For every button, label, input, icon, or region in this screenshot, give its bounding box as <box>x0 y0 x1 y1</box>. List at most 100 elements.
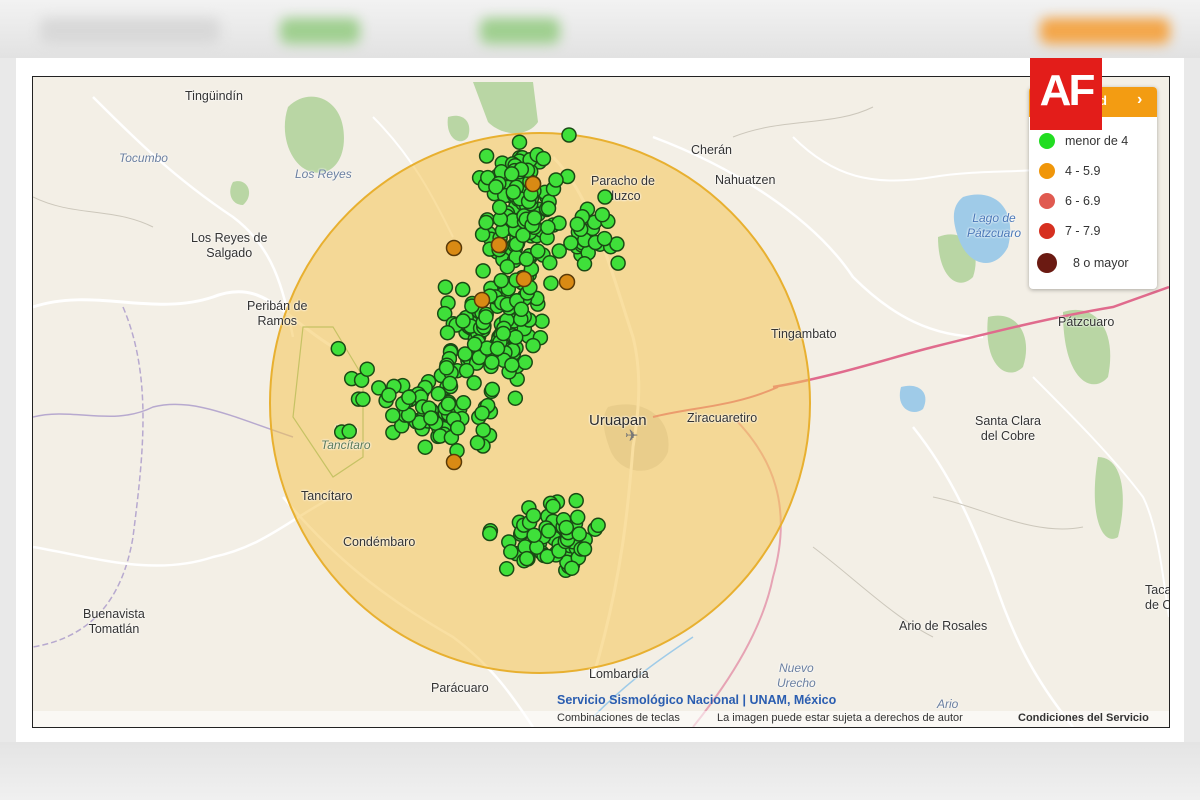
earthquake-marker-minor[interactable] <box>564 560 580 576</box>
legend-dot <box>1039 223 1055 239</box>
legend-dot <box>1037 253 1057 273</box>
earthquake-marker-minor[interactable] <box>475 263 491 279</box>
earthquake-marker-minor[interactable] <box>491 199 508 216</box>
af-logo: AF <box>1030 58 1102 130</box>
earthquake-marker-minor[interactable] <box>534 313 550 329</box>
earthquake-marker-minor[interactable] <box>341 423 357 440</box>
earthquake-marker-minor[interactable] <box>518 251 535 267</box>
earthquake-marker-minor[interactable] <box>576 541 593 557</box>
earthquake-marker-minor[interactable] <box>475 422 491 438</box>
earthquake-marker-moderate[interactable] <box>473 291 491 309</box>
earthquake-marker-minor[interactable] <box>545 498 561 515</box>
earthquake-marker-minor[interactable] <box>495 325 512 342</box>
earthquake-marker-minor[interactable] <box>498 561 515 577</box>
earthquake-marker-minor[interactable] <box>455 395 472 411</box>
earthquake-marker-minor[interactable] <box>571 526 587 542</box>
earthquake-marker-minor[interactable] <box>542 255 558 271</box>
earthquake-marker-minor[interactable] <box>482 525 498 542</box>
earthquake-marker-moderate[interactable] <box>490 236 508 254</box>
earthquake-marker-minor[interactable] <box>385 407 401 424</box>
earthquake-marker-minor[interactable] <box>551 243 567 259</box>
earthquake-marker-minor[interactable] <box>569 509 586 526</box>
copyright-notice: La imagen puede estar sujeta a derechos … <box>717 712 963 724</box>
earthquake-marker-minor[interactable] <box>330 340 347 357</box>
earthquake-marker-minor[interactable] <box>569 216 586 232</box>
earthquake-marker-minor[interactable] <box>466 336 483 353</box>
earthquake-marker-minor[interactable] <box>548 172 564 188</box>
earthquake-marker-minor[interactable] <box>437 279 454 295</box>
earthquake-marker-minor[interactable] <box>423 410 439 426</box>
earthquake-marker-minor[interactable] <box>597 189 613 205</box>
earthquake-marker-minor[interactable] <box>442 375 458 392</box>
earthquake-marker-minor[interactable] <box>561 127 577 143</box>
earthquake-marker-minor[interactable] <box>535 150 552 167</box>
earthquake-marker-minor[interactable] <box>455 313 471 329</box>
earthquake-marker-minor[interactable] <box>504 357 520 373</box>
legend-item: 8 o mayor <box>1037 253 1155 275</box>
earthquake-marker-minor[interactable] <box>484 381 501 398</box>
earthquake-marker-minor[interactable] <box>489 340 506 357</box>
earthquake-marker-minor[interactable] <box>478 309 494 325</box>
earthquake-marker-moderate[interactable] <box>445 239 463 257</box>
earthquake-marker-minor[interactable] <box>590 517 606 534</box>
earthquake-marker-minor[interactable] <box>454 281 471 298</box>
earthquake-marker-minor[interactable] <box>478 214 494 231</box>
earthquake-marker-minor[interactable] <box>525 507 542 524</box>
earthquake-marker-minor[interactable] <box>596 230 613 247</box>
earthquake-marker-minor[interactable] <box>449 420 466 436</box>
legend-label: menor de 4 <box>1065 134 1129 148</box>
earthquake-marker-moderate[interactable] <box>524 175 542 193</box>
earthquake-marker-minor[interactable] <box>610 255 626 271</box>
earthquake-marker-minor[interactable] <box>543 275 559 291</box>
earthquake-map[interactable]: ✈ Tingüindín Tocumbo Los Reyes Los Reyes… <box>32 76 1170 728</box>
terms-link[interactable]: Condiciones del Servicio <box>1018 712 1149 724</box>
earthquake-marker-minor[interactable] <box>540 219 556 236</box>
earthquake-marker-minor[interactable] <box>381 387 397 403</box>
af-logo-text: AF <box>1039 66 1096 115</box>
earthquake-marker-minor[interactable] <box>594 206 611 223</box>
earthquake-marker-moderate[interactable] <box>445 453 463 471</box>
earthquake-marker-minor[interactable] <box>513 301 530 318</box>
earthquake-marker-minor[interactable] <box>511 134 528 150</box>
legend-label: 4 - 5.9 <box>1065 164 1101 178</box>
earthquake-marker-minor[interactable] <box>507 390 524 406</box>
earthquake-marker-minor[interactable] <box>526 210 543 226</box>
earthquake-marker-moderate[interactable] <box>515 270 533 288</box>
earthquake-marker-minor[interactable] <box>458 362 475 379</box>
earthquake-marker-minor[interactable] <box>438 360 455 376</box>
earthquake-marker-minor[interactable] <box>430 385 447 402</box>
earthquake-marker-moderate[interactable] <box>558 273 576 291</box>
earthquake-marker-minor[interactable] <box>355 391 371 408</box>
legend-label: 8 o mayor <box>1073 256 1129 270</box>
keyboard-shortcuts-link[interactable]: Combinaciones de teclas <box>557 712 680 724</box>
earthquake-marker-minor[interactable] <box>540 523 557 539</box>
background-header-blurred <box>0 0 1200 58</box>
earthquake-marker-minor[interactable] <box>439 324 456 341</box>
chevron-right-icon[interactable]: › <box>1137 91 1142 109</box>
earthquake-marker-minor[interactable] <box>503 166 520 182</box>
earthquake-marker-minor[interactable] <box>488 179 504 195</box>
earthquake-marker-minor[interactable] <box>493 272 510 289</box>
earthquake-marker-minor[interactable] <box>466 375 482 391</box>
earthquake-marker-minor[interactable] <box>525 337 541 354</box>
attribution-link[interactable]: Servicio Sismológico Nacional | UNAM, Mé… <box>557 693 836 707</box>
earthquake-marker-minor[interactable] <box>540 200 557 217</box>
map-footer-bar: Combinaciones de teclas La imagen puede … <box>33 711 1169 727</box>
earthquake-marker-minor[interactable] <box>484 354 500 370</box>
earthquake-marker-minor[interactable] <box>568 492 584 509</box>
earthquake-marker-minor[interactable] <box>558 519 575 536</box>
earthquake-marker-minor[interactable] <box>526 527 542 543</box>
earthquake-marker-minor[interactable] <box>519 550 535 567</box>
earthquake-marker-minor[interactable] <box>499 258 516 275</box>
earthquake-marker-minor[interactable] <box>474 405 490 421</box>
earthquake-marker-minor[interactable] <box>505 184 522 200</box>
earthquake-marker-minor[interactable] <box>417 439 433 455</box>
earthquake-marker-minor[interactable] <box>469 435 486 451</box>
earthquake-marker-minor[interactable] <box>359 361 375 377</box>
earthquake-marker-minor[interactable] <box>517 354 533 371</box>
earthquake-marker-minor[interactable] <box>576 256 593 272</box>
earthquake-marker-minor[interactable] <box>503 544 519 560</box>
legend-item: 4 - 5.9 <box>1037 161 1155 183</box>
earthquake-marker-minor[interactable] <box>401 389 417 406</box>
earthquake-marker-minor[interactable] <box>478 148 495 164</box>
